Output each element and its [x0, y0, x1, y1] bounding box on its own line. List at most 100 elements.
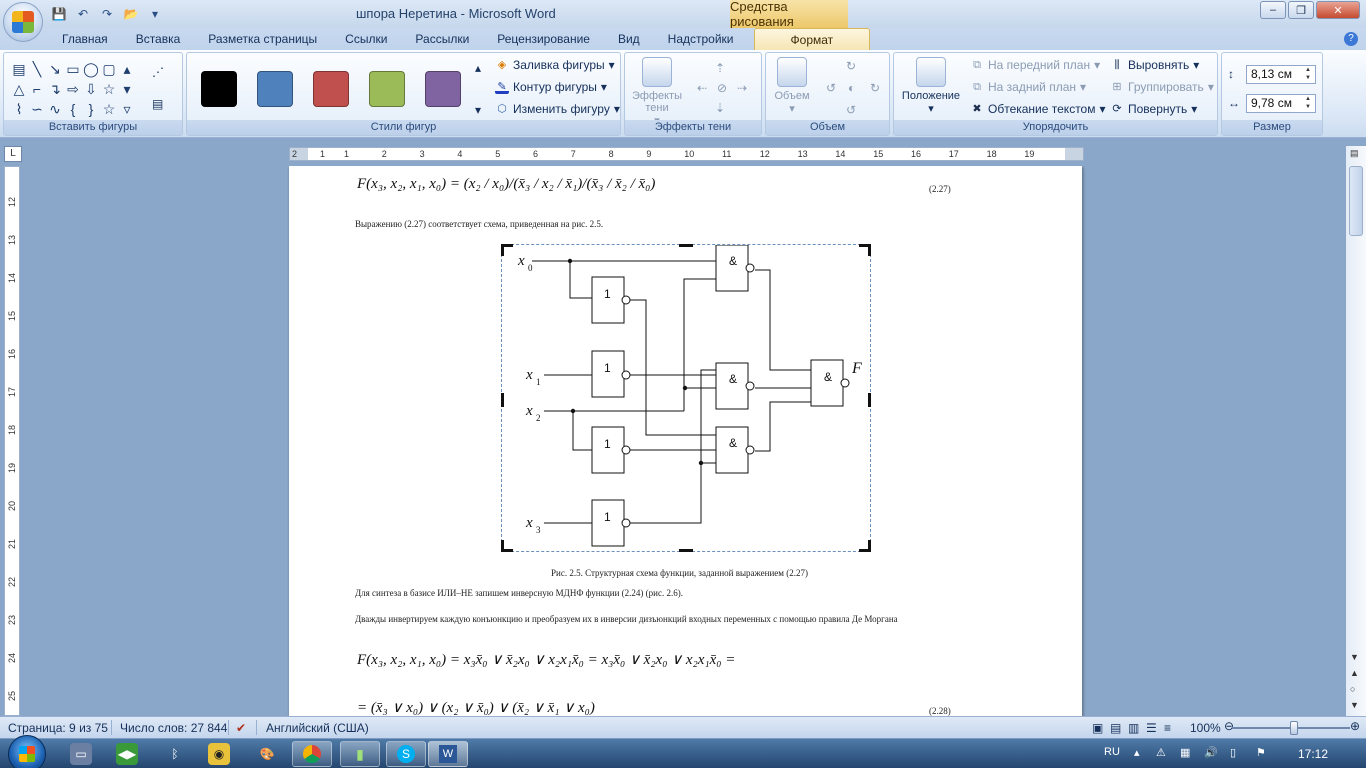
resize-handle-tl[interactable]: [501, 244, 513, 256]
resize-handle-right[interactable]: [859, 393, 871, 407]
zoom-level[interactable]: 100%: [1190, 721, 1221, 735]
start-button[interactable]: [8, 735, 46, 768]
resize-handle-bottom[interactable]: [679, 540, 693, 552]
star5-icon[interactable]: ☆: [100, 99, 118, 119]
elbow-icon[interactable]: ⌐: [28, 79, 46, 99]
tab-addins[interactable]: Надстройки: [654, 28, 748, 50]
zoom-in-icon[interactable]: ⊕: [1350, 719, 1360, 733]
position-button[interactable]: Положение ▾: [898, 57, 964, 115]
gallery-more-icon[interactable]: ▿: [118, 99, 136, 119]
paint-icon[interactable]: 🎨: [256, 743, 278, 765]
3d-effects-button[interactable]: Объем ▾: [770, 57, 814, 115]
text-wrap-button[interactable]: ✖ Обтекание текстом ▾: [970, 102, 1105, 116]
align-button[interactable]: ⫼ Выровнять ▾: [1110, 58, 1199, 72]
app-icon[interactable]: ◉: [208, 743, 230, 765]
nudge-left-icon[interactable]: ⇠: [697, 81, 707, 95]
resize-handle-left[interactable]: [501, 393, 513, 407]
vertical-ruler[interactable]: 12 13 14 15 16 17 18 19 20 21 22 23 24 25: [4, 166, 20, 716]
draft-icon[interactable]: ≡: [1164, 721, 1171, 735]
word-button[interactable]: W: [428, 741, 468, 767]
elbow-arrow-icon[interactable]: ↴: [46, 79, 64, 99]
shapes-gallery[interactable]: ▤ ╲ ↘ ▭ ◯ ▢ ▴ △ ⌐ ↴ ⇨ ⇩ ☆ ▾ ⌇ ∽ ∿{} ☆ ▿: [10, 59, 136, 119]
horizontal-ruler[interactable]: 2 1 1 2 3 4 5 6 7 8 9 10 11 12 13 14 15 16 17 18 19: [289, 147, 1084, 161]
tab-selector-icon[interactable]: L: [4, 146, 22, 162]
flag-icon[interactable]: ⚑: [1256, 746, 1266, 759]
brace-left-icon[interactable]: {: [64, 99, 82, 119]
tab-references[interactable]: Ссылки: [331, 28, 401, 50]
bluetooth-icon[interactable]: ᛒ: [164, 743, 186, 765]
change-shape-button[interactable]: ⬡ Изменить фигуру ▾: [495, 102, 620, 116]
outline-icon[interactable]: ☰: [1146, 721, 1157, 735]
skype-button[interactable]: S: [386, 741, 426, 767]
styles-scroll-icon[interactable]: ▴: [475, 61, 481, 75]
resize-handle-top[interactable]: [679, 244, 693, 256]
word-count[interactable]: Число слов: 27 844: [120, 721, 227, 735]
shape-outline-button[interactable]: ✎ Контур фигуры ▾: [495, 80, 607, 94]
freeform-icon[interactable]: ⌇: [10, 99, 28, 119]
web-layout-icon[interactable]: ▥: [1128, 721, 1139, 735]
input-language[interactable]: RU: [1104, 746, 1120, 758]
volume-icon[interactable]: 🔊: [1204, 746, 1218, 759]
tray-app-icon[interactable]: ⚠: [1156, 746, 1166, 759]
style-swatch-black[interactable]: [201, 71, 237, 107]
tilt-down-icon[interactable]: ↺: [846, 103, 856, 117]
style-swatch-green[interactable]: [369, 71, 405, 107]
rotate-button[interactable]: ⟳ Повернуть ▾: [1110, 102, 1197, 116]
page-indicator[interactable]: Страница: 9 из 75: [8, 721, 108, 735]
chrome-button[interactable]: [292, 741, 332, 767]
rounded-rect-icon[interactable]: ▢: [100, 59, 118, 79]
arrow-line-icon[interactable]: ↘: [46, 59, 64, 79]
network-icon[interactable]: ▦: [1180, 746, 1190, 759]
browse-object-icon[interactable]: ○: [1350, 684, 1355, 694]
shadow-effects-button[interactable]: Эффекты тени▾: [629, 57, 685, 127]
star-icon[interactable]: ☆: [100, 79, 118, 99]
rectangle-icon[interactable]: ▭: [64, 59, 82, 79]
media-icon[interactable]: ◀▶: [116, 743, 138, 765]
zoom-slider-thumb[interactable]: [1290, 721, 1298, 735]
undo-icon[interactable]: ↶: [74, 5, 92, 23]
tab-review[interactable]: Рецензирование: [483, 28, 604, 50]
edit-points-icon[interactable]: ⋰: [152, 65, 164, 79]
scribble-icon[interactable]: ∿: [46, 99, 64, 119]
minimize-button[interactable]: –: [1260, 1, 1286, 19]
tilt-left-icon[interactable]: ↺: [826, 81, 836, 95]
next-page-icon[interactable]: ▼: [1350, 700, 1359, 710]
tab-page-layout[interactable]: Разметка страницы: [194, 28, 331, 50]
group-button[interactable]: ⊞ Группировать ▾: [1110, 80, 1213, 94]
close-button[interactable]: ✕: [1316, 1, 1360, 19]
brace-right-icon[interactable]: }: [82, 99, 100, 119]
tab-view[interactable]: Вид: [604, 28, 654, 50]
textbox-icon[interactable]: ▤: [10, 59, 28, 79]
battery-icon[interactable]: ▯: [1230, 746, 1236, 759]
tab-home[interactable]: Главная: [48, 28, 122, 50]
prev-page-icon[interactable]: ▲: [1350, 668, 1359, 678]
redo-icon[interactable]: ↷: [98, 5, 116, 23]
nudge-down-icon[interactable]: ⇣: [715, 101, 725, 115]
nudge-right-icon[interactable]: ⇢: [737, 81, 747, 95]
clock[interactable]: 17:12: [1298, 747, 1328, 761]
shape-fill-button[interactable]: ◈ Заливка фигуры ▾: [495, 58, 615, 72]
proofing-icon[interactable]: ✔: [236, 721, 246, 735]
gallery-scroll-down-icon[interactable]: ▾: [118, 79, 136, 99]
tab-format[interactable]: Формат: [753, 28, 871, 50]
oval-icon[interactable]: ◯: [82, 59, 100, 79]
restore-button[interactable]: ❐: [1288, 1, 1314, 19]
height-input[interactable]: 8,13 см: [1246, 65, 1316, 84]
shadow-toggle-icon[interactable]: ⊘: [717, 81, 727, 95]
circuit-figure[interactable]: 1 1 1 1 & & & & x 0 x 1 x 2 x 3 F: [501, 244, 871, 552]
style-swatch-red[interactable]: [313, 71, 349, 107]
office-button[interactable]: [3, 2, 43, 42]
resize-handle-bl[interactable]: [501, 540, 513, 552]
save-icon[interactable]: 💾: [50, 5, 68, 23]
style-swatch-purple[interactable]: [425, 71, 461, 107]
language-indicator[interactable]: Английский (США): [266, 721, 369, 735]
ruler-toggle-icon[interactable]: ▤: [1350, 148, 1359, 159]
down-arrow-icon[interactable]: ⇩: [82, 79, 100, 99]
line-icon[interactable]: ╲: [28, 59, 46, 79]
send-back-button[interactable]: ⧉ На задний план ▾: [970, 80, 1086, 94]
scrollbar-thumb[interactable]: [1349, 166, 1363, 236]
width-input[interactable]: 9,78 см: [1246, 94, 1316, 113]
tray-expand-icon[interactable]: ▴: [1134, 746, 1140, 759]
nudge-up-icon[interactable]: ⇡: [715, 61, 725, 75]
chart-app-button[interactable]: ▮: [340, 741, 380, 767]
